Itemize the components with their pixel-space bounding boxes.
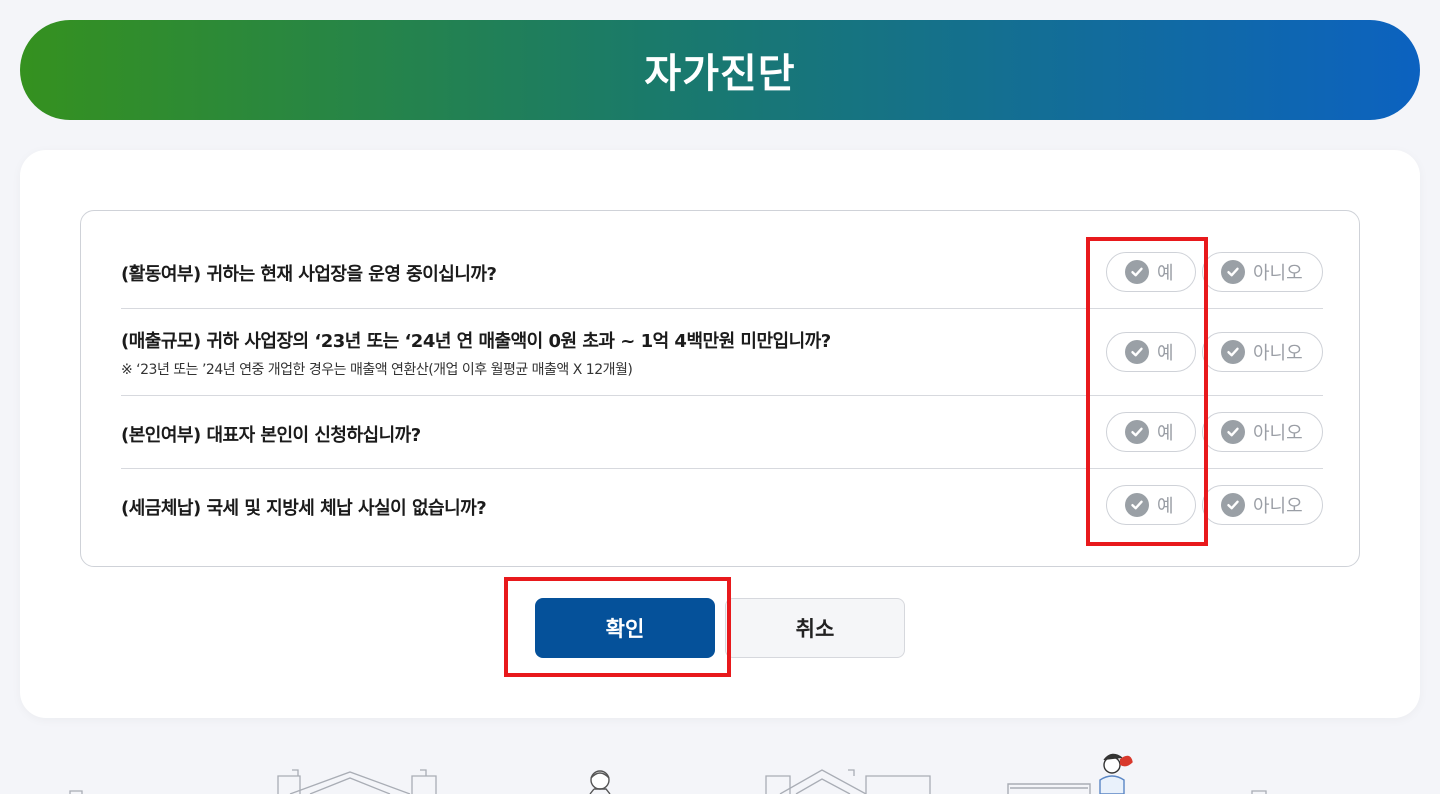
check-circle-icon <box>1221 340 1245 364</box>
no-label: 아니오 <box>1253 496 1303 517</box>
delivery-person-icon <box>589 770 611 794</box>
question-text: (본인여부) 대표자 본인이 신청하십니까? <box>121 425 421 446</box>
page-header-banner: 자가진단 <box>20 20 1420 120</box>
cyclist-icon <box>1007 753 1133 794</box>
no-option[interactable]: 아니오 <box>1202 332 1323 372</box>
question-note: ※ ‘23년 또는 ’24년 연중 개업한 경우는 매출액 연환산(개업 이후 … <box>121 362 633 378</box>
no-label: 아니오 <box>1253 343 1303 364</box>
building-middle-icon <box>765 769 931 794</box>
no-option[interactable]: 아니오 <box>1202 412 1323 452</box>
no-option[interactable]: 아니오 <box>1202 252 1323 292</box>
no-option[interactable]: 아니오 <box>1202 485 1323 525</box>
question-text: (세금체납) 국세 및 지방세 체납 사실이 없습니까? <box>121 498 487 519</box>
no-label: 아니오 <box>1253 263 1303 284</box>
page-title: 자가진단 <box>644 51 796 97</box>
confirm-button-highlight <box>504 577 731 677</box>
no-label: 아니오 <box>1253 423 1303 444</box>
yes-column-highlight <box>1086 237 1208 546</box>
question-text: (매출규모) 귀하 사업장의 ‘23년 또는 ‘24년 연 매출액이 0원 초과… <box>121 331 831 352</box>
bottom-illustration <box>69 753 1267 794</box>
question-text: (활동여부) 귀하는 현재 사업장을 운영 중이십니까? <box>121 264 497 285</box>
check-circle-icon <box>1221 260 1245 284</box>
check-circle-icon <box>1221 493 1245 517</box>
check-circle-icon <box>1221 420 1245 444</box>
building-left-icon <box>69 769 437 794</box>
cancel-button[interactable]: 취소 <box>725 598 905 658</box>
